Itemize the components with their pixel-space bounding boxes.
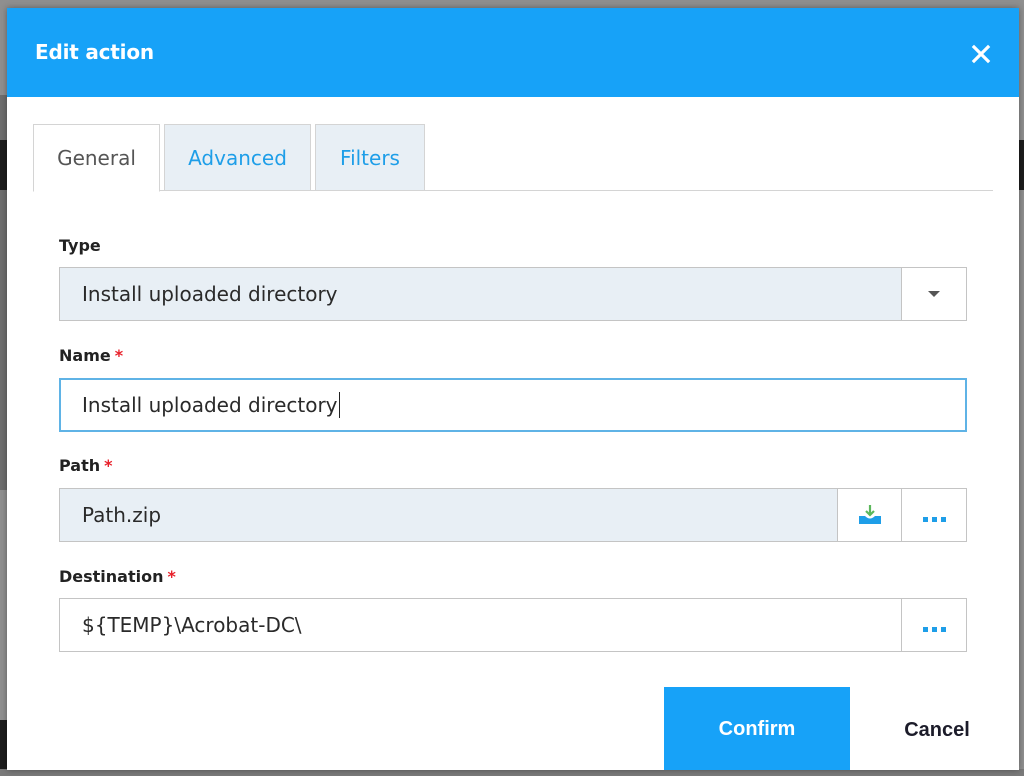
type-select[interactable]: Install uploaded directory: [59, 267, 967, 321]
destination-input[interactable]: ${TEMP}\Acrobat-DC\: [60, 599, 901, 651]
type-label-text: Type: [59, 236, 101, 255]
type-select-value: Install uploaded directory: [60, 268, 901, 320]
dialog-title: Edit action: [35, 40, 154, 64]
name-label-text: Name: [59, 346, 111, 365]
required-asterisk: *: [104, 456, 113, 475]
tab-bar: General Advanced Filters: [33, 124, 993, 192]
destination-field[interactable]: ${TEMP}\Acrobat-DC\: [59, 598, 967, 652]
upload-button[interactable]: [837, 489, 901, 541]
text-cursor: [338, 392, 340, 418]
ellipsis-icon: [922, 626, 946, 632]
required-asterisk: *: [114, 346, 124, 365]
name-input-value: Install uploaded directory: [82, 393, 338, 417]
close-button[interactable]: [969, 42, 993, 66]
download-tray-icon: [858, 505, 881, 524]
path-browse-button[interactable]: [901, 489, 966, 541]
path-value: Path.zip: [60, 489, 837, 541]
cancel-button[interactable]: Cancel: [877, 708, 997, 752]
destination-label-text: Destination: [59, 567, 164, 586]
tab-advanced[interactable]: Advanced: [164, 124, 311, 191]
type-dropdown-button[interactable]: [901, 268, 966, 320]
type-label: Type: [59, 236, 101, 255]
close-icon: [971, 44, 991, 64]
name-input-field[interactable]: Install uploaded directory: [61, 380, 965, 430]
tab-filters[interactable]: Filters: [315, 124, 425, 191]
background-page: [0, 769, 1024, 776]
path-field[interactable]: Path.zip: [59, 488, 967, 542]
dialog-header: Edit action: [7, 8, 1019, 97]
tab-general[interactable]: General: [33, 124, 160, 192]
name-label: Name *: [59, 346, 123, 365]
edit-action-dialog: Edit action General Advanced Filters Typ…: [7, 8, 1019, 770]
confirm-button[interactable]: Confirm: [664, 687, 850, 770]
ellipsis-icon: [922, 516, 946, 522]
required-asterisk: *: [167, 567, 176, 586]
caret-down-icon: [928, 291, 940, 297]
path-label: Path *: [59, 456, 113, 475]
name-input[interactable]: Install uploaded directory: [59, 378, 967, 432]
destination-label: Destination *: [59, 567, 176, 586]
background-page: [1019, 140, 1024, 190]
destination-browse-button[interactable]: [901, 599, 966, 651]
path-label-text: Path: [59, 456, 101, 475]
